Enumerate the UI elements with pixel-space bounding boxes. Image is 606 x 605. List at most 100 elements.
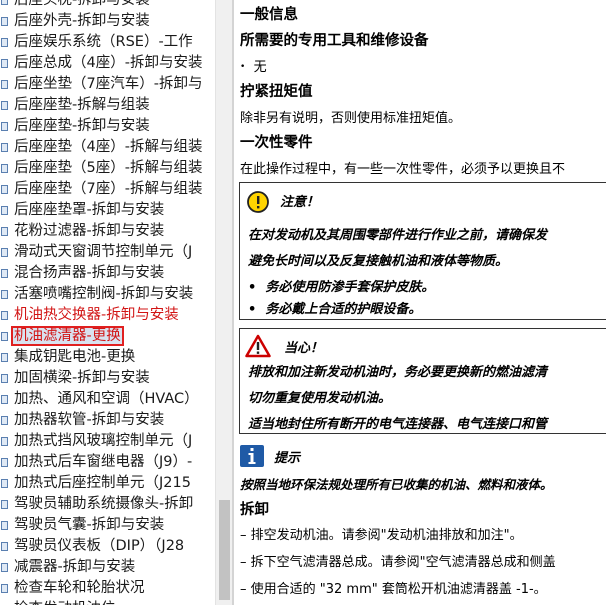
- notice-bullet-1: • 务必使用防渗手套保护皮肤。: [248, 280, 435, 295]
- tree-item-label: 后座坐垫（7座汽车）-拆卸与: [14, 76, 203, 92]
- removal-step: – 使用合适的 "32 mm" 套筒松开机油滤清器盖 -1-。: [240, 578, 547, 597]
- notice-line-1: 在对发动机及其周围零部件进行作业之前，请确保发: [248, 228, 548, 243]
- info-icon: [239, 444, 265, 468]
- tree-item[interactable]: 后座外壳-拆卸与安装: [0, 11, 215, 32]
- tree-item-label: 后座头枕-拆卸与安装: [14, 0, 150, 8]
- document-icon: [1, 479, 8, 488]
- topic-tree-panel: 后座头枕-拆卸与安装后座外壳-拆卸与安装后座娱乐系统（RSE）-工作 后座总成（4…: [0, 0, 215, 605]
- tree-item[interactable]: 后座座垫（4座）-拆解与组装: [0, 137, 215, 158]
- removal-step: – 拆下空气滤清器总成。请参阅"空气滤清器总成和侧盖: [240, 551, 556, 570]
- tree-item[interactable]: 加热式挡风玻璃控制单元（J: [0, 431, 215, 452]
- tree-item[interactable]: 驾驶员辅助系统摄像头-拆卸: [0, 494, 215, 515]
- removal-step: – 排空发动机油。请参阅"发动机油排放和加注"。: [240, 524, 523, 543]
- tree-item[interactable]: 后座座垫-拆解与组装: [0, 95, 215, 116]
- document-icon: [1, 38, 8, 47]
- torque-heading: 拧紧扭矩值: [240, 84, 313, 100]
- document-icon: [1, 269, 8, 278]
- document-icon: [1, 164, 8, 173]
- tree-item[interactable]: 集成钥匙电池-更换: [0, 347, 215, 368]
- scrollbar-thumb[interactable]: [219, 500, 230, 600]
- document-icon: [1, 17, 8, 26]
- document-icon: [1, 248, 8, 257]
- tree-item-label: 后座座垫-拆解与组装: [14, 97, 150, 113]
- tree-item-label: 后座座垫（7座）-拆解与组装: [14, 181, 203, 197]
- document-icon: [1, 59, 8, 68]
- tree-item-label: 活塞喷嘴控制阀-拆卸与安装: [14, 286, 194, 302]
- tree-item[interactable]: 后座总成（4座）-拆卸与安装: [0, 53, 215, 74]
- tip-title: 提示: [274, 451, 301, 466]
- warning-triangle-icon: [245, 334, 271, 358]
- document-icon: [1, 374, 8, 383]
- special-tools-heading: 所需要的专用工具和维修设备: [240, 33, 429, 49]
- tree-item[interactable]: 混合扬声器-拆卸与安装: [0, 263, 215, 284]
- document-icon: [1, 563, 8, 572]
- tree-item-label: 加热式后座控制单元（J215: [14, 475, 191, 491]
- tree-item[interactable]: 后座娱乐系统（RSE）-工作: [0, 32, 215, 53]
- tree-item[interactable]: 驾驶员气囊-拆卸与安装: [0, 515, 215, 536]
- general-info-heading: 一般信息: [240, 7, 298, 23]
- document-icon: [1, 0, 8, 5]
- tree-item-label: 机油滤清器-更换: [11, 326, 124, 346]
- document-icon: [1, 332, 8, 341]
- tree-item[interactable]: 加热、通风和空调（HVAC）: [0, 389, 215, 410]
- tree-item-label: 花粉过滤器-拆卸与安装: [14, 223, 165, 239]
- one-time-parts-heading: 一次性零件: [240, 135, 313, 151]
- tree-item[interactable]: 后座头枕-拆卸与安装: [0, 0, 215, 11]
- topic-list: 后座头枕-拆卸与安装后座外壳-拆卸与安装后座娱乐系统（RSE）-工作 后座总成（4…: [0, 0, 215, 605]
- tree-item[interactable]: 驾驶员仪表板（DIP）（J28: [0, 536, 215, 557]
- tree-item-label: 加热式后车窗继电器（J9）-: [14, 454, 193, 470]
- notice-icon: [247, 191, 269, 213]
- tree-item[interactable]: 后座座垫罩-拆卸与安装: [0, 200, 215, 221]
- tree-item-label: 减震器-拆卸与安装: [14, 559, 136, 575]
- torque-text: 除非另有说明，否则使用标准扭矩值。: [240, 111, 462, 126]
- document-icon: [1, 437, 8, 446]
- document-icon: [1, 311, 8, 320]
- document-icon: [1, 122, 8, 131]
- tree-item[interactable]: 后座座垫-拆卸与安装: [0, 116, 215, 137]
- notice-box: 注意！ 在对发动机及其周围零部件进行作业之前，请确保发 避免长时间以及反复接触机…: [239, 182, 606, 320]
- tree-item[interactable]: 加热器软管-拆卸与安装: [0, 410, 215, 431]
- one-time-parts-text: 在此操作过程中，有一些一次性零件，必须予以更换且不: [240, 162, 566, 177]
- tree-item[interactable]: 花粉过滤器-拆卸与安装: [0, 221, 215, 242]
- tree-item[interactable]: 加热式后座控制单元（J215: [0, 473, 215, 494]
- caution-line-2: 切勿重复使用发动机油。: [248, 391, 392, 406]
- document-icon: [1, 353, 8, 362]
- tree-item-label: 滑动式天窗调节控制单元（J: [14, 244, 193, 260]
- tree-item[interactable]: 滑动式天窗调节控制单元（J: [0, 242, 215, 263]
- tree-item-label: 驾驶员气囊-拆卸与安装: [14, 517, 165, 533]
- tree-item[interactable]: 机油滤清器-更换: [0, 326, 215, 347]
- document-icon: [1, 227, 8, 236]
- step-dash: –: [240, 528, 251, 543]
- tree-item[interactable]: 活塞喷嘴控制阀-拆卸与安装: [0, 284, 215, 305]
- step-dash: –: [240, 555, 251, 570]
- caution-box: 当心！ 排放和加注新发动机油时，务必要更换新的燃油滤清 切勿重复使用发动机油。 …: [239, 328, 606, 434]
- step-text: 排空发动机油。请参阅"发动机油排放和加注"。: [250, 528, 523, 543]
- document-icon: [1, 395, 8, 404]
- tree-item-label: 后座座垫（4座）-拆解与组装: [14, 139, 203, 155]
- notice-bullet-2: • 务必戴上合适的护眼设备。: [248, 302, 422, 317]
- tree-item[interactable]: 检查车轮和轮胎状况: [0, 578, 215, 599]
- tree-item-label: 后座外壳-拆卸与安装: [14, 13, 150, 29]
- tree-item[interactable]: 加热式后车窗继电器（J9）-: [0, 452, 215, 473]
- caution-line-3: 适当地封住所有断开的电气连接器、电气连接口和管: [248, 417, 548, 432]
- document-icon: [1, 290, 8, 299]
- tree-item-label: 后座座垫（5座）-拆解与组装: [14, 160, 203, 176]
- tree-item[interactable]: 机油热交换器-拆卸与安装: [0, 305, 215, 326]
- document-icon: [1, 521, 8, 530]
- tree-item[interactable]: 后座座垫（7座）-拆解与组装: [0, 179, 215, 200]
- step-text: 拆下空气滤清器总成。请参阅"空气滤清器总成和侧盖: [250, 555, 556, 570]
- document-icon: [1, 80, 8, 89]
- tree-item[interactable]: 后座座垫（5座）-拆解与组装: [0, 158, 215, 179]
- tree-item-label: 加固横梁-拆卸与安装: [14, 370, 150, 386]
- tree-item-label: 检查发动机油位: [14, 601, 116, 605]
- step-dash: –: [240, 582, 251, 597]
- tree-item-label: 检查车轮和轮胎状况: [14, 580, 145, 596]
- removal-heading: 拆卸: [240, 502, 269, 518]
- tree-item[interactable]: 减震器-拆卸与安装: [0, 557, 215, 578]
- document-panel: 一般信息 所需要的专用工具和维修设备 • 无 拧紧扭矩值 除非另有说明，否则使用…: [234, 0, 606, 605]
- tree-item[interactable]: 后座坐垫（7座汽车）-拆卸与: [0, 74, 215, 95]
- tree-item[interactable]: 加固横梁-拆卸与安装: [0, 368, 215, 389]
- notice-line-2: 避免长时间以及反复接触机油和液体等物质。: [248, 254, 509, 269]
- tree-item[interactable]: 检查发动机油位: [0, 599, 215, 605]
- tree-scrollbar[interactable]: [215, 0, 232, 605]
